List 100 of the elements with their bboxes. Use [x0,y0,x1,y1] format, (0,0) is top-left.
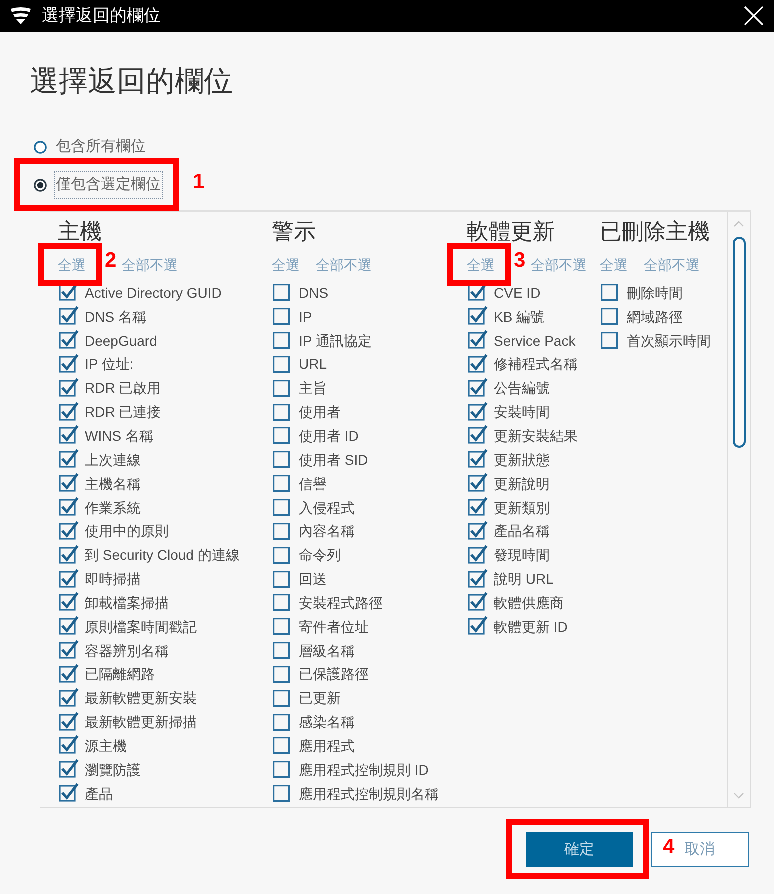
checkbox-label[interactable]: 應用程式控制規則名稱 [299,784,439,803]
checkbox-label[interactable]: 使用者 SID [299,450,368,469]
checkbox-label[interactable]: 命令列 [299,546,341,564]
radio-label[interactable]: 僅包含選定欄位 [54,171,163,199]
checkbox[interactable] [468,330,488,350]
checkbox-label[interactable]: Service Pack [494,332,576,350]
checkbox-label[interactable]: 回送 [299,570,327,588]
checkbox[interactable] [273,284,290,302]
checkbox-label[interactable]: IP 通訊協定 [299,332,372,350]
checkbox[interactable] [468,378,488,397]
checkbox-label[interactable]: 卸載檔案掃描 [85,594,169,612]
checkbox[interactable] [273,594,290,612]
checkbox[interactable] [59,664,79,683]
checkbox[interactable] [468,568,488,588]
checkbox[interactable] [59,783,79,802]
checkbox-label[interactable]: 使用者 [299,403,341,422]
scrollbar[interactable] [727,212,751,807]
checkbox-label[interactable]: 層級名稱 [299,642,355,660]
checkbox[interactable] [468,354,488,373]
checkbox-label[interactable]: 主機名稱 [85,474,141,493]
checkbox-label[interactable]: 瀏覽防護 [85,760,141,779]
checkbox[interactable] [273,522,290,540]
checkbox-label[interactable]: 軟體更新 ID [494,618,568,636]
checkbox[interactable] [468,544,488,564]
checkbox[interactable] [273,785,290,802]
checkbox[interactable] [59,712,79,731]
checkbox-label[interactable]: 使用者 ID [299,426,359,445]
checkbox[interactable] [59,497,79,516]
checkbox[interactable] [59,330,79,350]
checkbox[interactable] [273,475,290,492]
checkbox-label[interactable]: 入侵程式 [299,498,355,517]
checkbox-label[interactable]: DeepGuard [85,332,158,350]
checkbox[interactable] [468,449,488,468]
checkbox[interactable] [273,714,290,731]
checkbox-label[interactable]: Active Directory GUID [85,284,222,302]
checkbox[interactable] [273,690,290,707]
checkbox-label[interactable]: 已更新 [299,689,341,708]
checkbox-label[interactable]: WINS 名稱 [85,426,154,445]
checkbox-label[interactable]: URL [299,355,328,374]
checkbox-label[interactable]: 信譽 [299,474,327,493]
checkbox[interactable] [273,570,290,588]
checkbox[interactable] [273,427,290,444]
checkbox[interactable] [273,404,290,421]
checkbox-label[interactable]: 主旨 [299,379,327,398]
checkbox-label[interactable]: 修補程式名稱 [494,355,578,374]
checkbox-label[interactable]: DNS 名稱 [85,308,146,326]
checkbox[interactable] [59,520,79,540]
checkbox[interactable] [59,354,79,373]
checkbox-label[interactable]: 軟體供應商 [494,594,564,612]
checkbox-label[interactable]: 源主機 [85,736,127,755]
checkbox[interactable] [468,520,488,540]
checkbox-label[interactable]: 已隔離網路 [85,665,155,684]
checkbox[interactable] [468,425,488,444]
checkbox[interactable] [273,332,290,350]
checkbox-label[interactable]: 上次連線 [85,450,141,469]
checkbox[interactable] [273,356,290,373]
checkbox[interactable] [273,380,290,397]
checkbox-label[interactable]: 刪除時間 [627,284,683,302]
checkbox[interactable] [468,592,488,612]
checkbox-label[interactable]: 安裝時間 [494,403,550,422]
checkbox-label[interactable]: 更新說明 [494,474,550,493]
radio-button[interactable] [34,178,47,192]
checkbox[interactable] [601,284,618,302]
radio-button[interactable] [34,140,47,154]
checkbox[interactable] [59,616,79,636]
checkbox[interactable] [273,761,290,778]
checkbox[interactable] [59,378,79,397]
checkbox-label[interactable]: 網域路徑 [627,308,683,326]
checkbox[interactable] [59,473,79,492]
checkbox[interactable] [59,640,79,660]
checkbox-label[interactable]: 說明 URL [494,570,554,588]
checkbox[interactable] [468,616,488,636]
checkbox-label[interactable]: 應用程式控制規則 ID [299,760,429,779]
checkbox-label[interactable]: 最新軟體更新安裝 [85,689,197,708]
ok-button[interactable]: 確定 [526,832,633,867]
checkbox[interactable] [59,568,79,588]
checkbox-label[interactable]: 感染名稱 [299,713,355,732]
checkbox-label[interactable]: 已保護路徑 [299,665,369,684]
checkbox-label[interactable]: 作業系統 [85,498,141,517]
checkbox[interactable] [273,546,290,564]
checkbox-label[interactable]: CVE ID [494,284,541,302]
checkbox-label[interactable]: KB 編號 [494,308,545,326]
checkbox[interactable] [468,402,488,421]
checkbox[interactable] [59,402,79,421]
close-button[interactable] [743,5,765,27]
checkbox-label[interactable]: IP 位址: [85,355,134,374]
checkbox[interactable] [59,735,79,754]
checkbox-label[interactable]: RDR 已連接 [85,403,162,422]
checkbox-label[interactable]: 發現時間 [494,546,550,564]
checkbox[interactable] [59,425,79,444]
checkbox[interactable] [59,544,79,564]
checkbox-label[interactable]: 寄件者位址 [299,618,369,636]
checkbox-label[interactable]: 更新安裝結果 [494,426,578,445]
checkbox-label[interactable]: 產品名稱 [494,522,550,540]
checkbox[interactable] [59,592,79,612]
checkbox[interactable] [601,308,618,326]
checkbox-label[interactable]: DNS [299,284,329,302]
checkbox[interactable] [273,308,290,326]
checkbox[interactable] [468,473,488,492]
checkbox-label[interactable]: 即時掃描 [85,570,141,588]
